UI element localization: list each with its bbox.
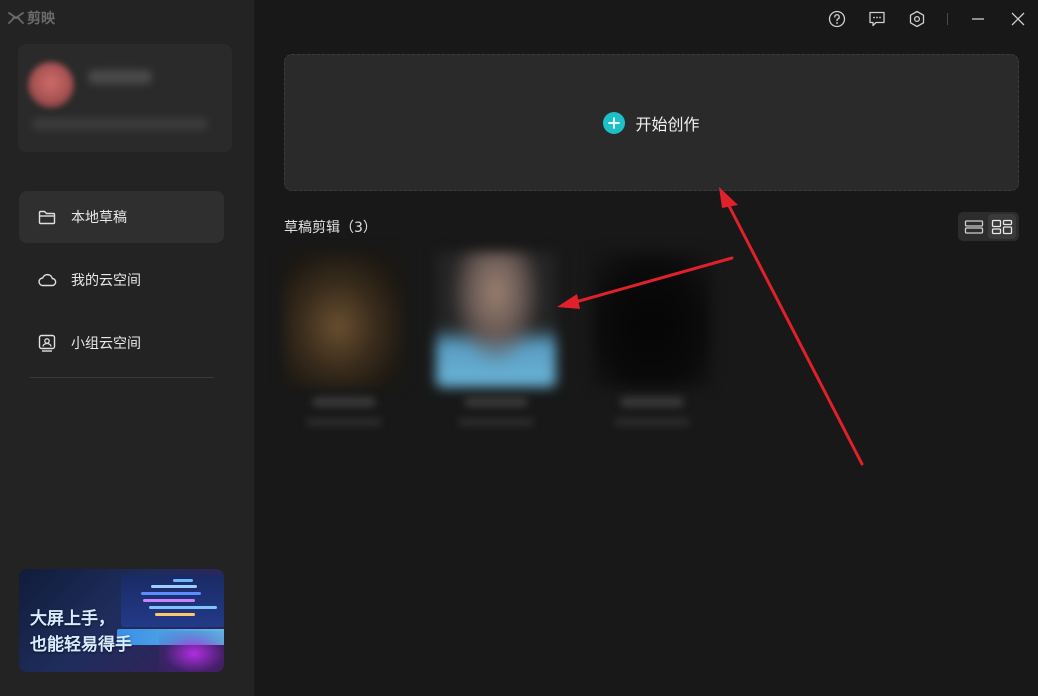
sidebar-item-my-cloud[interactable]: 我的云空间 — [19, 254, 224, 306]
plus-icon — [603, 111, 626, 134]
draft-thumbnail — [592, 252, 712, 387]
start-creation-button[interactable]: 开始创作 — [284, 54, 1019, 191]
draft-card[interactable] — [284, 252, 404, 437]
feedback-icon — [869, 11, 885, 27]
minimize-icon — [972, 18, 984, 20]
team-cloud-icon — [37, 333, 57, 353]
folder-icon — [37, 207, 57, 227]
list-view-icon — [964, 219, 984, 234]
draft-card[interactable] — [592, 252, 712, 437]
close-icon — [1011, 12, 1025, 26]
promo-line-2: 也能轻易得手 — [30, 635, 132, 655]
avatar[interactable] — [28, 62, 74, 108]
user-info-blurred — [32, 118, 208, 130]
promo-banner[interactable]: 大屏上手， 也能轻易得手 — [19, 569, 224, 672]
capcut-logo-icon — [8, 12, 24, 24]
draft-card[interactable] — [436, 252, 556, 437]
annotation-arrow-to-start — [719, 187, 864, 466]
draft-name-blurred — [312, 397, 376, 407]
help-button[interactable] — [817, 8, 857, 30]
settings-button[interactable] — [897, 8, 937, 30]
sidebar-divider — [30, 377, 214, 378]
feedback-button[interactable] — [857, 8, 897, 30]
sidebar-item-label: 我的云空间 — [71, 273, 141, 289]
draft-thumbnail — [284, 252, 404, 387]
settings-icon — [909, 10, 925, 28]
user-profile-card[interactable] — [18, 44, 232, 152]
minimize-button[interactable] — [958, 8, 998, 30]
sidebar-item-team-cloud[interactable]: 小组云空间 — [19, 317, 224, 369]
app-window: 剪映 本地草稿 我的云空间 小组云空间 大屏上手， 也能轻易得手 开始创作 草稿… — [0, 0, 1038, 696]
draft-meta-blurred — [458, 418, 534, 426]
draft-meta-blurred — [614, 418, 690, 426]
close-button[interactable] — [998, 8, 1038, 30]
sidebar-item-label: 本地草稿 — [71, 210, 127, 226]
promo-glow-graphic — [159, 631, 224, 672]
list-view-button[interactable] — [960, 214, 988, 239]
sidebar-item-local-drafts[interactable]: 本地草稿 — [19, 191, 224, 243]
app-logo-text: 剪映 — [27, 11, 55, 27]
draft-name-blurred — [464, 397, 528, 407]
cloud-icon — [37, 270, 57, 290]
draft-name-blurred — [620, 397, 684, 407]
help-icon — [828, 10, 846, 28]
app-logo: 剪映 — [8, 9, 55, 27]
draft-thumbnail — [436, 252, 556, 387]
drafts-section-title: 草稿剪辑（3） — [284, 220, 377, 236]
titlebar-separator — [947, 13, 948, 25]
promo-text: 大屏上手， 也能轻易得手 — [30, 606, 160, 658]
grid-view-icon — [991, 219, 1013, 234]
sidebar: 剪映 本地草稿 我的云空间 小组云空间 大屏上手， 也能轻易得手 — [0, 0, 255, 696]
window-controls — [817, 8, 1038, 30]
draft-meta-blurred — [306, 418, 382, 426]
sidebar-nav: 本地草稿 我的云空间 小组云空间 — [19, 191, 224, 380]
username-blurred — [88, 70, 152, 84]
sidebar-item-label: 小组云空间 — [71, 336, 141, 352]
promo-line-1: 大屏上手， — [30, 609, 115, 629]
grid-view-button[interactable] — [988, 214, 1016, 239]
start-creation-label: 开始创作 — [635, 114, 700, 134]
view-mode-toggle — [958, 212, 1019, 241]
